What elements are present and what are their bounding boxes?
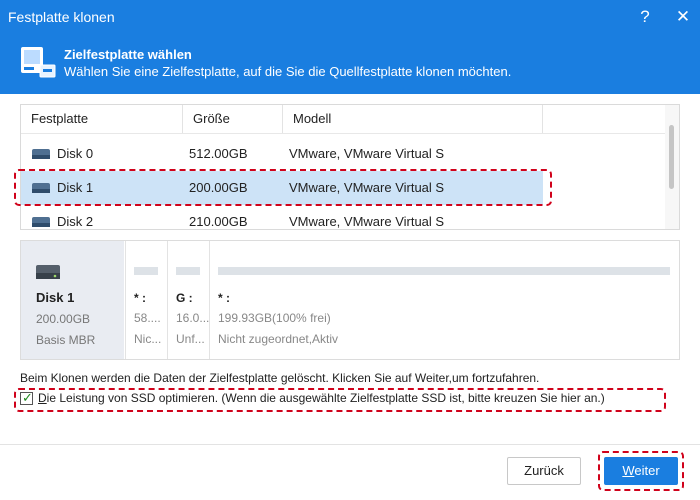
partition-usage-bar xyxy=(218,267,670,275)
next-button-label: eiter xyxy=(634,463,660,478)
header-divider xyxy=(21,133,665,134)
disk-model: VMware, VMware Virtual S xyxy=(289,180,445,195)
help-icon[interactable]: ? xyxy=(628,0,662,34)
partition-usage-bar xyxy=(176,267,200,275)
partition-filesystem: Nic... xyxy=(134,332,162,346)
title-bar: Festplatte klonen ? ✕ xyxy=(0,0,700,34)
disk-size: 210.00GB xyxy=(189,214,248,229)
hard-disk-icon xyxy=(32,149,50,159)
header-subtitle: Wählen Sie eine Zielfestplatte, auf die … xyxy=(64,64,512,79)
disk-table: Festplatte Größe Modell Disk 0 512.00GB … xyxy=(20,104,680,230)
footer-divider xyxy=(0,444,700,445)
disk-row-1[interactable]: Disk 1 200.00GB VMware, VMware Virtual S xyxy=(21,171,543,205)
column-header-model[interactable]: Modell xyxy=(283,105,543,133)
partition-capacity: 199.93GB(100% frei) xyxy=(218,311,331,325)
partition-letter: * : xyxy=(134,291,146,305)
disk-clone-icon xyxy=(21,47,56,78)
column-header-disk[interactable]: Festplatte xyxy=(21,105,183,133)
header-title: Zielfestplatte wählen xyxy=(64,47,192,62)
disk-summary-size: 200.00GB xyxy=(36,312,91,326)
header-banner: Zielfestplatte wählen Wählen Sie eine Zi… xyxy=(0,34,700,94)
column-header-empty xyxy=(543,105,665,133)
disk-model: VMware, VMware Virtual S xyxy=(289,214,445,229)
mnemonic-letter: W xyxy=(622,463,635,478)
partition-filesystem: Unf... xyxy=(176,332,205,346)
disk-name: Disk 0 xyxy=(57,146,94,161)
disk-size: 512.00GB xyxy=(189,146,248,161)
partition-block[interactable]: * : 199.93GB(100% frei) Nicht zugeordnet… xyxy=(209,241,680,359)
back-button[interactable]: Zurück xyxy=(507,457,581,485)
partition-filesystem: Nicht zugeordnet,Aktiv xyxy=(218,332,339,346)
next-button[interactable]: Weiter xyxy=(604,457,678,485)
disk-summary-name: Disk 1 xyxy=(36,290,75,305)
partition-capacity: 16.0... xyxy=(176,311,210,325)
window-title: Festplatte klonen xyxy=(8,9,115,25)
hard-disk-icon xyxy=(32,183,50,193)
partition-block[interactable]: G : 16.0... Unf... xyxy=(167,241,209,359)
ssd-optimize-label[interactable]: Die Leistung von SSD optimieren. (Wenn d… xyxy=(38,391,605,405)
disk-partition-map: Disk 1 200.00GB Basis MBR * : 58.... Nic… xyxy=(20,240,680,360)
scrollbar-thumb[interactable] xyxy=(669,125,674,189)
overwrite-warning: Beim Klonen werden die Daten der Zielfes… xyxy=(20,371,540,385)
partition-capacity: 58.... xyxy=(134,311,161,325)
hard-disk-icon xyxy=(36,265,60,279)
close-icon[interactable]: ✕ xyxy=(666,0,700,34)
partition-block[interactable]: * : 58.... Nic... xyxy=(125,241,167,359)
disk-size: 200.00GB xyxy=(189,180,248,195)
disk-row-2[interactable]: Disk 2 210.00GB VMware, VMware Virtual S xyxy=(21,205,543,229)
partition-letter: G : xyxy=(176,291,193,305)
partition-letter: * : xyxy=(218,291,230,305)
hard-disk-icon xyxy=(32,217,50,227)
checkbox-box[interactable]: ✓ xyxy=(20,390,33,405)
disk-name: Disk 2 xyxy=(57,214,94,229)
disk-row-0[interactable]: Disk 0 512.00GB VMware, VMware Virtual S xyxy=(21,137,543,171)
disk-summary: Disk 1 200.00GB Basis MBR xyxy=(21,241,124,359)
ssd-optimize-text: ie Leistung von SSD optimieren. (Wenn di… xyxy=(46,391,605,405)
disk-name: Disk 1 xyxy=(57,180,94,195)
column-header-size[interactable]: Größe xyxy=(183,105,283,133)
clone-disk-dialog: Festplatte klonen ? ✕ Zielfestplatte wäh… xyxy=(0,0,700,500)
checkmark-icon: ✓ xyxy=(22,390,33,405)
partition-usage-bar xyxy=(134,267,158,275)
disk-summary-type: Basis MBR xyxy=(36,333,96,347)
disk-model: VMware, VMware Virtual S xyxy=(289,146,445,161)
mnemonic-letter: D xyxy=(38,391,47,405)
